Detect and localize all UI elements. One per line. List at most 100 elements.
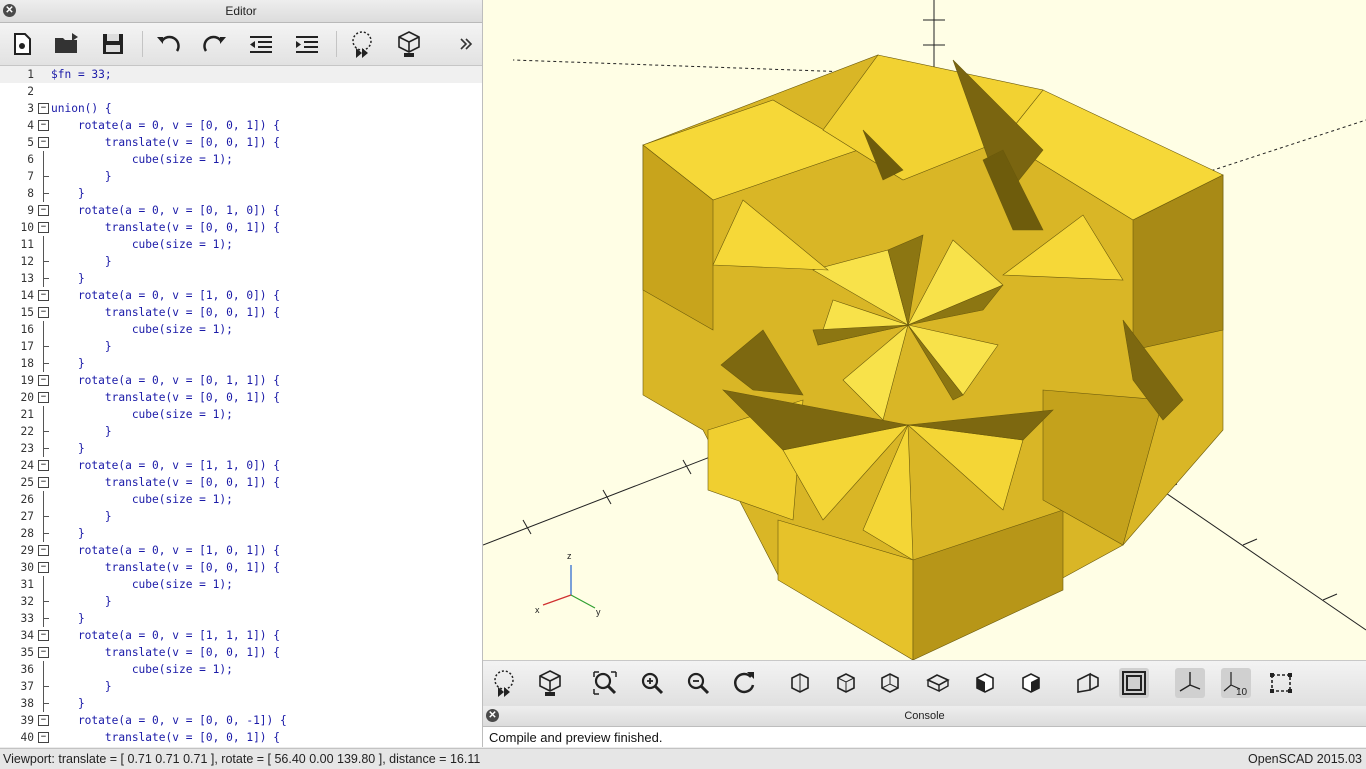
code-text: } xyxy=(51,170,112,183)
code-line[interactable]: 19− rotate(a = 0, v = [0, 1, 1]) { xyxy=(0,372,482,389)
preview-icon[interactable] xyxy=(490,668,520,698)
code-line[interactable]: 25− translate(v = [0, 0, 1]) { xyxy=(0,474,482,491)
fold-toggle-icon[interactable]: − xyxy=(38,477,49,488)
code-line[interactable]: 35− translate(v = [0, 0, 1]) { xyxy=(0,644,482,661)
show-edges-icon[interactable] xyxy=(1266,668,1296,698)
code-line[interactable]: 8 } xyxy=(0,185,482,202)
fold-toggle-icon[interactable]: − xyxy=(38,630,49,641)
code-line[interactable]: 10− translate(v = [0, 0, 1]) { xyxy=(0,219,482,236)
view-left-icon[interactable] xyxy=(923,668,953,698)
code-line[interactable]: 2 xyxy=(0,83,482,100)
code-line[interactable]: 6 cube(size = 1); xyxy=(0,151,482,168)
render-icon[interactable] xyxy=(394,29,424,59)
code-text: translate(v = [0, 0, 1]) { xyxy=(51,561,281,574)
fold-toggle-icon[interactable]: − xyxy=(38,205,49,216)
line-number: 26 xyxy=(20,493,34,506)
reset-view-icon[interactable] xyxy=(729,668,759,698)
code-line[interactable]: 32 } xyxy=(0,593,482,610)
model-render xyxy=(642,54,1224,660)
3d-viewport[interactable]: z x y xyxy=(483,0,1366,660)
view-back-icon[interactable] xyxy=(1016,668,1046,698)
unindent-icon[interactable] xyxy=(246,29,276,59)
code-line[interactable]: 39− rotate(a = 0, v = [0, 0, -1]) { xyxy=(0,712,482,729)
perspective-icon[interactable] xyxy=(1073,668,1103,698)
code-line[interactable]: 36 cube(size = 1); xyxy=(0,661,482,678)
new-file-icon[interactable] xyxy=(7,29,37,59)
code-line[interactable]: 1 $fn = 33; xyxy=(0,66,482,83)
code-line[interactable]: 14− rotate(a = 0, v = [1, 0, 0]) { xyxy=(0,287,482,304)
preview-icon[interactable] xyxy=(348,29,378,59)
code-line[interactable]: 29− rotate(a = 0, v = [1, 0, 1]) { xyxy=(0,542,482,559)
fold-toggle-icon[interactable]: − xyxy=(38,137,49,148)
fold-toggle-icon[interactable]: − xyxy=(38,545,49,556)
code-line[interactable]: 12 } xyxy=(0,253,482,270)
code-editor[interactable]: 1 $fn = 33; 2 3− union() {4− rotate(a = 0, v… xyxy=(0,66,482,747)
fold-toggle-icon[interactable]: − xyxy=(38,392,49,403)
code-line[interactable]: 9− rotate(a = 0, v = [0, 1, 0]) { xyxy=(0,202,482,219)
line-number: 3 xyxy=(27,102,34,115)
code-line[interactable]: 15− translate(v = [0, 0, 1]) { xyxy=(0,304,482,321)
save-icon[interactable] xyxy=(98,29,128,59)
view-right-icon[interactable] xyxy=(785,668,815,698)
open-file-icon[interactable] xyxy=(52,29,82,59)
fold-toggle-icon[interactable]: − xyxy=(38,307,49,318)
code-line[interactable]: 5− translate(v = [0, 0, 1]) { xyxy=(0,134,482,151)
code-line[interactable]: 16 cube(size = 1); xyxy=(0,321,482,338)
fold-toggle-icon[interactable]: − xyxy=(38,647,49,658)
code-text: translate(v = [0, 0, 1]) { xyxy=(51,646,281,659)
code-line[interactable]: 26 cube(size = 1); xyxy=(0,491,482,508)
code-line[interactable]: 24− rotate(a = 0, v = [1, 1, 0]) { xyxy=(0,457,482,474)
view-top-icon[interactable] xyxy=(831,668,861,698)
line-number: 15 xyxy=(20,306,34,319)
code-line[interactable]: 30− translate(v = [0, 0, 1]) { xyxy=(0,559,482,576)
code-text: translate(v = [0, 0, 1]) { xyxy=(51,221,281,234)
orthogonal-icon[interactable] xyxy=(1119,668,1149,698)
view-front-icon[interactable] xyxy=(970,668,1000,698)
code-line[interactable]: 40− translate(v = [0, 0, 1]) { xyxy=(0,729,482,746)
show-axes-icon[interactable] xyxy=(1175,668,1205,698)
show-scale-icon[interactable]: 10 xyxy=(1221,668,1251,698)
fold-toggle-icon[interactable]: − xyxy=(38,222,49,233)
fold-toggle-icon[interactable]: − xyxy=(38,290,49,301)
view-bottom-icon[interactable] xyxy=(875,668,905,698)
code-line[interactable]: 20− translate(v = [0, 0, 1]) { xyxy=(0,389,482,406)
code-line[interactable]: 4− rotate(a = 0, v = [0, 0, 1]) { xyxy=(0,117,482,134)
code-line[interactable]: 34− rotate(a = 0, v = [1, 1, 1]) { xyxy=(0,627,482,644)
code-line[interactable]: 17 } xyxy=(0,338,482,355)
fold-toggle-icon[interactable]: − xyxy=(38,460,49,471)
code-line[interactable]: 28 } xyxy=(0,525,482,542)
fold-toggle-icon[interactable]: − xyxy=(38,103,49,114)
fold-toggle-icon[interactable]: − xyxy=(38,715,49,726)
close-icon[interactable]: ✕ xyxy=(3,4,16,17)
zoom-out-icon[interactable] xyxy=(683,668,713,698)
code-line[interactable]: 7 } xyxy=(0,168,482,185)
code-line[interactable]: 27 } xyxy=(0,508,482,525)
zoom-in-icon[interactable] xyxy=(637,668,667,698)
3d-scene: z x y xyxy=(483,0,1366,660)
code-line[interactable]: 22 } xyxy=(0,423,482,440)
view-all-icon[interactable] xyxy=(590,668,620,698)
more-icon[interactable] xyxy=(456,29,476,59)
code-line[interactable]: 21 cube(size = 1); xyxy=(0,406,482,423)
fold-toggle-icon[interactable]: − xyxy=(38,562,49,573)
redo-icon[interactable] xyxy=(199,29,229,59)
code-line[interactable]: 18 } xyxy=(0,355,482,372)
code-text: cube(size = 1); xyxy=(51,153,233,166)
code-line[interactable]: 33 } xyxy=(0,610,482,627)
fold-toggle-icon[interactable]: − xyxy=(38,120,49,131)
code-line[interactable]: 13 } xyxy=(0,270,482,287)
indent-icon[interactable] xyxy=(292,29,322,59)
render-icon[interactable] xyxy=(535,668,565,698)
close-icon[interactable]: ✕ xyxy=(486,709,499,722)
code-line[interactable]: 3− union() { xyxy=(0,100,482,117)
code-line[interactable]: 11 cube(size = 1); xyxy=(0,236,482,253)
code-text: rotate(a = 0, v = [0, 1, 0]) { xyxy=(51,204,281,217)
code-line[interactable]: 31 cube(size = 1); xyxy=(0,576,482,593)
fold-toggle-icon[interactable]: − xyxy=(38,732,49,743)
undo-icon[interactable] xyxy=(154,29,184,59)
code-line[interactable]: 38 } xyxy=(0,695,482,712)
code-line[interactable]: 23 } xyxy=(0,440,482,457)
fold-toggle-icon[interactable]: − xyxy=(38,375,49,386)
code-text: } xyxy=(51,595,112,608)
code-line[interactable]: 37 } xyxy=(0,678,482,695)
